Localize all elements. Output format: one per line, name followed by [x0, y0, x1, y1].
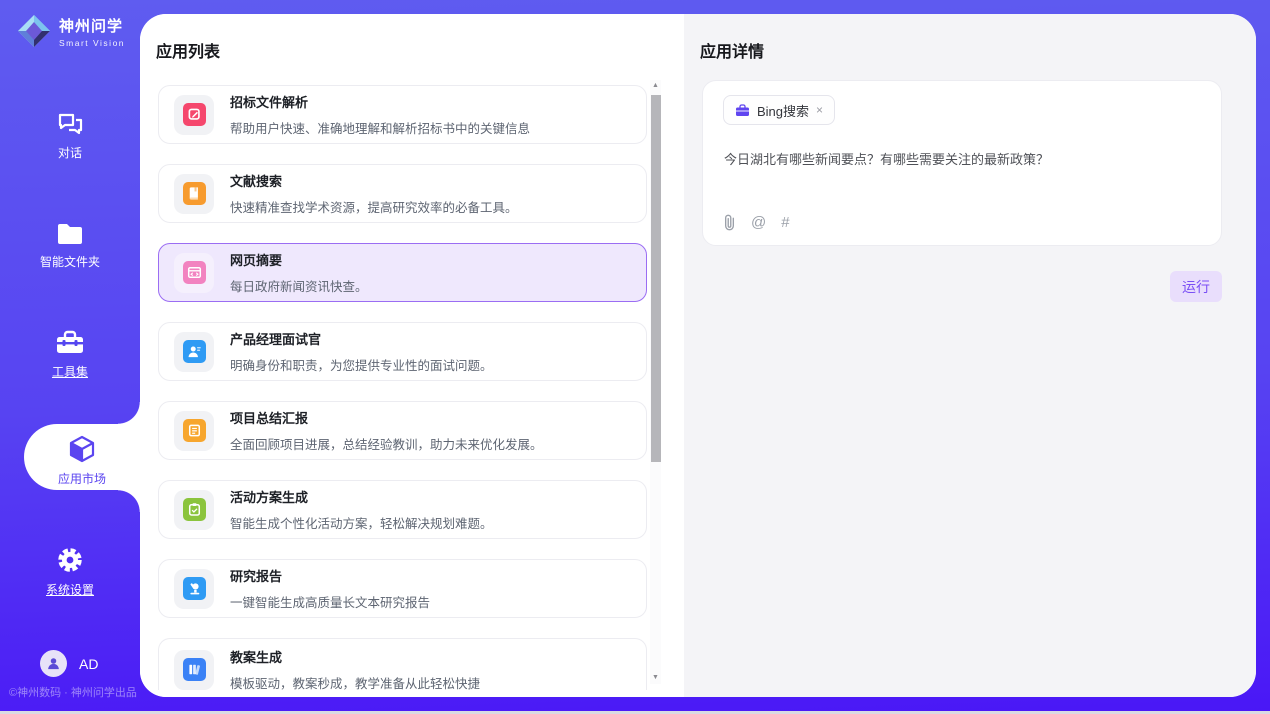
clipboard-check-icon: [183, 498, 206, 521]
cube-icon: [68, 435, 96, 463]
sidebar-item-label: 系统设置: [0, 581, 140, 598]
webpage-icon: [183, 261, 206, 284]
copyright-footer: ©神州数码 · 神州问学出品: [9, 684, 137, 700]
app-input-card: Bing搜索 × 今日湖北有哪些新闻要点？有哪些需要关注的最新政策？ @ #: [702, 80, 1222, 246]
app-name: 教案生成: [230, 647, 480, 666]
app-detail-panel: 应用详情 Bing搜索 × 今日湖北有哪些新闻要点？有哪些需要关注的最新政策？: [684, 14, 1256, 697]
user-account[interactable]: AD: [40, 650, 98, 677]
query-input[interactable]: 今日湖北有哪些新闻要点？有哪些需要关注的最新政策？: [724, 149, 1194, 168]
sidebar: 神州问学 Smart Vision 对话 智能文件夹: [0, 0, 140, 711]
attachment-toolbar: @ #: [723, 214, 790, 231]
app-card-research-report[interactable]: 研究报告 一键智能生成高质量长文本研究报告: [158, 559, 647, 618]
doc-edit-icon: [183, 103, 206, 126]
avatar: [40, 650, 67, 677]
diamond-logo-icon: [16, 13, 52, 49]
pill-notch-top: [118, 402, 140, 424]
app-card-bid-parse[interactable]: 招标文件解析 帮助用户快速、准确地理解和解析招标书中的关键信息: [158, 85, 647, 144]
sidebar-item-smart-folder[interactable]: 智能文件夹: [0, 222, 140, 270]
app-name: 活动方案生成: [230, 487, 493, 506]
app-frame: 神州问学 Smart Vision 对话 智能文件夹: [0, 0, 1270, 711]
app-name: 项目总结汇报: [230, 408, 543, 427]
app-desc: 智能生成个性化活动方案，轻松解决规划难题。: [230, 513, 493, 532]
app-desc: 一键智能生成高质量长文本研究报告: [230, 592, 430, 611]
sidebar-item-label: 应用市场: [24, 470, 140, 487]
brand-logo: 神州问学 Smart Vision: [16, 13, 125, 49]
app-card-lesson-plan[interactable]: 教案生成 模板驱动，教案秒成，教学准备从此轻松快捷: [158, 638, 647, 690]
briefcase-icon: [735, 104, 750, 117]
tool-tag-bing-search[interactable]: Bing搜索 ×: [723, 95, 835, 125]
microscope-icon: [183, 577, 206, 600]
app-card-project-summary[interactable]: 项目总结汇报 全面回顾项目进展，总结经验教训，助力未来优化发展。: [158, 401, 647, 460]
brand-tagline: Smart Vision: [59, 38, 125, 48]
content-shell: 应用列表 招标文件解析 帮助用户快速、准确地理解和解析招标书中的关键信息: [140, 14, 1256, 697]
folder-icon: [56, 222, 84, 246]
app-desc: 全面回顾项目进展，总结经验教训，助力未来优化发展。: [230, 434, 543, 453]
app-name: 产品经理面试官: [230, 329, 493, 348]
interviewer-icon: [183, 340, 206, 363]
app-card-list: 招标文件解析 帮助用户快速、准确地理解和解析招标书中的关键信息 文献搜索 快速精…: [158, 85, 647, 690]
scroll-thumb[interactable]: [651, 95, 661, 462]
app-name: 招标文件解析: [230, 92, 530, 111]
app-list-title: 应用列表: [156, 38, 220, 62]
app-desc: 模板驱动，教案秒成，教学准备从此轻松快捷: [230, 673, 480, 690]
brand-name: 神州问学: [59, 15, 125, 36]
gear-icon: [56, 546, 84, 574]
app-card-event-plan[interactable]: 活动方案生成 智能生成个性化活动方案，轻松解决规划难题。: [158, 480, 647, 539]
pill-notch-bottom: [118, 490, 140, 512]
sidebar-item-label: 对话: [0, 144, 140, 161]
at-icon[interactable]: @: [751, 214, 766, 231]
app-card-pm-interviewer[interactable]: 产品经理面试官 明确身份和职责，为您提供专业性的面试问题。: [158, 322, 647, 381]
app-name: 网页摘要: [230, 250, 368, 269]
close-icon[interactable]: ×: [816, 103, 823, 117]
app-desc: 帮助用户快速、准确地理解和解析招标书中的关键信息: [230, 118, 530, 137]
sidebar-item-label: 工具集: [0, 363, 140, 380]
books-icon: [183, 658, 206, 681]
person-icon: [46, 656, 61, 671]
sidebar-item-toolset[interactable]: 工具集: [0, 330, 140, 380]
app-desc: 快速精准查找学术资源，提高研究效率的必备工具。: [230, 197, 518, 216]
sidebar-item-settings[interactable]: 系统设置: [0, 546, 140, 598]
app-name: 研究报告: [230, 566, 430, 585]
user-initials: AD: [79, 656, 98, 672]
run-button[interactable]: 运行: [1170, 271, 1222, 302]
notepad-icon: [183, 419, 206, 442]
app-detail-title: 应用详情: [700, 38, 764, 62]
scroll-down-arrow[interactable]: ▼: [650, 672, 661, 684]
app-card-web-summary[interactable]: 网页摘要 每日政府新闻资讯快查。: [158, 243, 647, 302]
paperclip-icon[interactable]: [723, 214, 736, 231]
app-desc: 明确身份和职责，为您提供专业性的面试问题。: [230, 355, 493, 374]
app-name: 文献搜索: [230, 171, 518, 190]
tool-tag-label: Bing搜索: [757, 101, 809, 120]
sidebar-item-app-market[interactable]: 应用市场: [24, 424, 140, 490]
app-desc: 每日政府新闻资讯快查。: [230, 276, 368, 295]
app-list-panel: 应用列表 招标文件解析 帮助用户快速、准确地理解和解析招标书中的关键信息: [140, 14, 684, 697]
toolbox-icon: [55, 330, 85, 356]
chat-icon: [57, 112, 84, 137]
list-scrollbar[interactable]: ▲ ▼: [650, 80, 661, 684]
app-card-literature-search[interactable]: 文献搜索 快速精准查找学术资源，提高研究效率的必备工具。: [158, 164, 647, 223]
scroll-up-arrow[interactable]: ▲: [650, 80, 661, 92]
book-icon: [183, 182, 206, 205]
sidebar-item-label: 智能文件夹: [0, 253, 140, 270]
hash-icon[interactable]: #: [781, 214, 789, 231]
sidebar-item-chat[interactable]: 对话: [0, 112, 140, 161]
